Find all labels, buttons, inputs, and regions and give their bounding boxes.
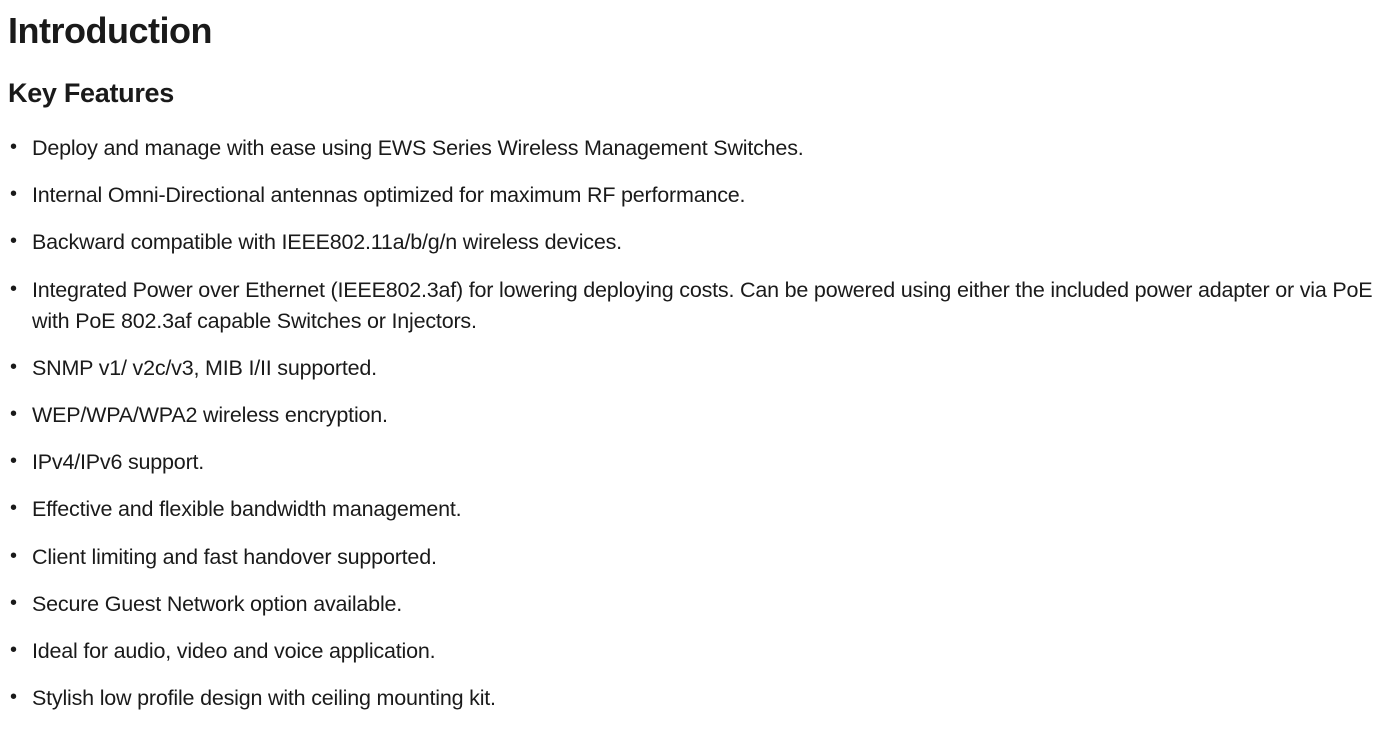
- list-item: SNMP v1/ v2c/v3, MIB I/II supported.: [8, 353, 1383, 384]
- list-item: Stylish low profile design with ceiling …: [8, 683, 1383, 714]
- list-item: Ideal for audio, video and voice applica…: [8, 636, 1383, 667]
- list-item: IPv4/IPv6 support.: [8, 447, 1383, 478]
- list-item: Secure Guest Network option available.: [8, 589, 1383, 620]
- list-item: Deploy and manage with ease using EWS Se…: [8, 133, 1383, 164]
- section-title: Key Features: [8, 78, 1383, 109]
- list-item: WEP/WPA/WPA2 wireless encryption.: [8, 400, 1383, 431]
- list-item: Backward compatible with IEEE802.11a/b/g…: [8, 227, 1383, 258]
- list-item: Integrated Power over Ethernet (IEEE802.…: [8, 275, 1383, 337]
- list-item: Effective and flexible bandwidth managem…: [8, 494, 1383, 525]
- list-item: Internal Omni-Directional antennas optim…: [8, 180, 1383, 211]
- feature-list: Deploy and manage with ease using EWS Se…: [8, 133, 1383, 714]
- page-title: Introduction: [8, 10, 1383, 52]
- list-item: Client limiting and fast handover suppor…: [8, 542, 1383, 573]
